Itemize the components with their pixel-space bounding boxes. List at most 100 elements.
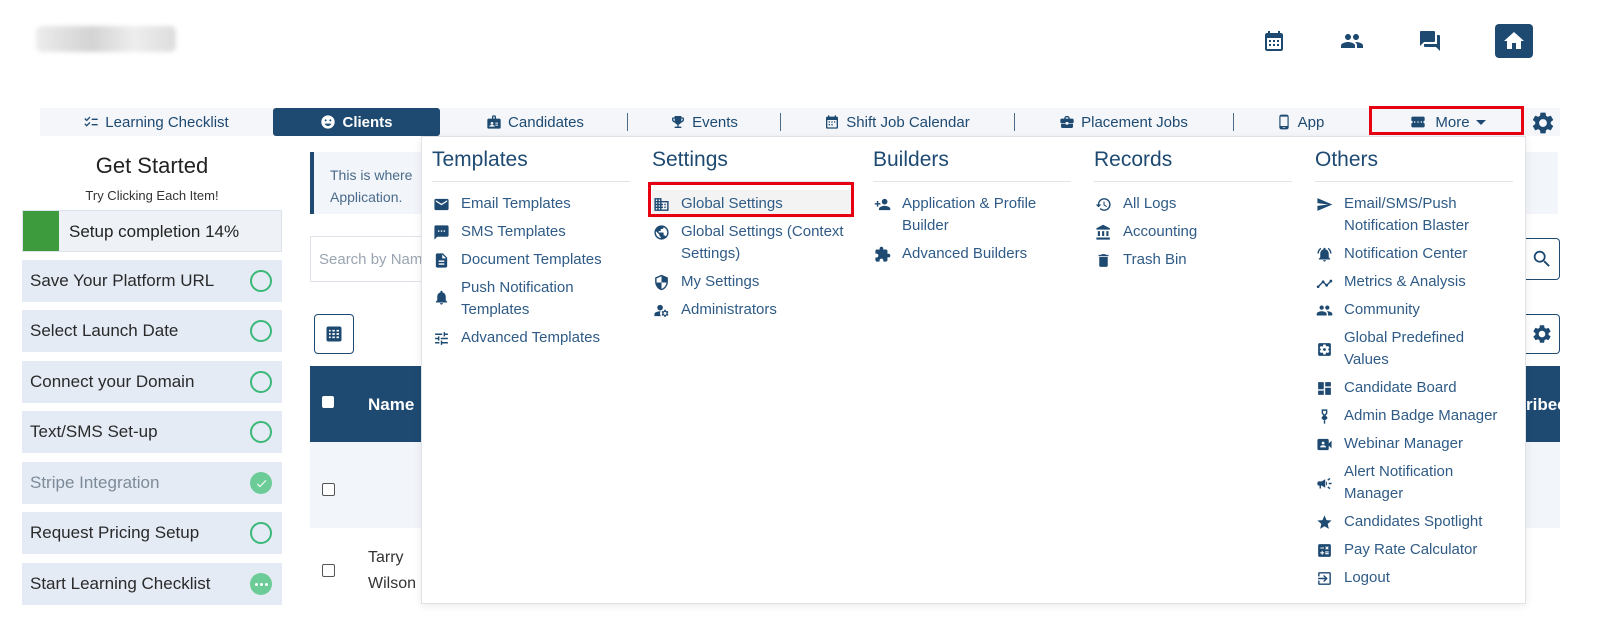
tab-learning-checklist[interactable]: Learning Checklist bbox=[40, 108, 272, 136]
calendar-icon[interactable] bbox=[1255, 24, 1293, 58]
task-select-launch-date[interactable]: Select Launch Date bbox=[22, 310, 282, 352]
menu-item-global-predefined-values[interactable]: Global Predefined Values bbox=[1315, 324, 1515, 374]
status-circle-icon bbox=[250, 320, 272, 342]
global-settings-highlight-box bbox=[648, 182, 854, 217]
menu-item-notification-center[interactable]: Notification Center bbox=[1315, 240, 1515, 268]
task-request-pricing-setup[interactable]: Request Pricing Setup bbox=[22, 512, 282, 554]
bell-icon bbox=[432, 277, 450, 311]
menu-item-admin-badge-manager[interactable]: Admin Badge Manager bbox=[1315, 402, 1515, 430]
badge-icon bbox=[487, 115, 501, 129]
nav-separator bbox=[1014, 113, 1015, 131]
people-icon[interactable] bbox=[1333, 24, 1371, 58]
menu-item-advanced-builders[interactable]: Advanced Builders bbox=[873, 240, 1073, 268]
task-label: Save Your Platform URL bbox=[30, 271, 215, 290]
status-circle-icon bbox=[250, 421, 272, 443]
search-input[interactable]: Search by Nam bbox=[310, 236, 430, 282]
menu-item-trash-bin[interactable]: Trash Bin bbox=[1094, 246, 1294, 274]
calculator-icon bbox=[1315, 539, 1333, 561]
bank-icon bbox=[1094, 221, 1112, 243]
task-text-sms-setup[interactable]: Text/SMS Set-up bbox=[22, 411, 282, 453]
menu-item-email-templates[interactable]: Email Templates bbox=[432, 190, 632, 218]
tab-label: Learning Checklist bbox=[105, 113, 229, 131]
briefcase-icon bbox=[1060, 116, 1074, 128]
gear-icon[interactable] bbox=[1530, 110, 1556, 136]
people-icon bbox=[1315, 299, 1333, 321]
select-all-checkbox[interactable] bbox=[322, 396, 334, 408]
menu-item-label: Candidate Board bbox=[1344, 379, 1457, 396]
menu-item-logout[interactable]: Logout bbox=[1315, 564, 1515, 592]
tab-label: Placement Jobs bbox=[1081, 113, 1188, 131]
tab-clients[interactable]: Clients bbox=[273, 108, 440, 136]
menu-item-advanced-templates[interactable]: Advanced Templates bbox=[432, 324, 632, 352]
menu-item-alert-notification-manager[interactable]: Alert Notification Manager bbox=[1315, 458, 1515, 508]
tab-placement-jobs[interactable]: Placement Jobs bbox=[1017, 108, 1230, 136]
name-line: Wilson bbox=[368, 575, 417, 592]
menu-item-label: Candidates Spotlight bbox=[1344, 513, 1483, 530]
search-icon[interactable] bbox=[1524, 238, 1560, 280]
medal-icon bbox=[1315, 405, 1333, 427]
menu-item-label: Trash Bin bbox=[1123, 251, 1187, 268]
info-text-line: This is where bbox=[330, 167, 413, 183]
row-checkbox[interactable] bbox=[322, 564, 335, 577]
menu-item-push-notification-templates[interactable]: Push Notification Templates bbox=[432, 274, 632, 324]
menu-item-label: Global Predefined Values bbox=[1344, 329, 1465, 368]
task-stripe-integration[interactable]: Stripe Integration bbox=[22, 462, 282, 504]
menu-item-label: Accounting bbox=[1123, 223, 1198, 240]
chart-line-icon bbox=[1315, 271, 1333, 293]
menu-item-document-templates[interactable]: Document Templates bbox=[432, 246, 632, 274]
menu-item-global-settings-context[interactable]: Global Settings (Context Settings) bbox=[652, 218, 852, 268]
menu-item-pay-rate-calculator[interactable]: Pay Rate Calculator bbox=[1315, 536, 1515, 564]
task-label: Stripe Integration bbox=[30, 473, 160, 492]
home-icon[interactable] bbox=[1495, 24, 1533, 58]
menu-heading: Others bbox=[1315, 148, 1513, 182]
trophy-icon bbox=[672, 116, 685, 128]
menu-heading: Templates bbox=[432, 148, 630, 182]
menu-item-label: Logout bbox=[1344, 569, 1390, 586]
checklist-icon bbox=[84, 116, 98, 127]
tab-label: Events bbox=[692, 113, 738, 131]
task-start-learning-checklist[interactable]: Start Learning Checklist bbox=[22, 563, 282, 605]
tab-app[interactable]: App bbox=[1236, 108, 1364, 136]
company-logo bbox=[36, 26, 176, 52]
check-circle-icon bbox=[250, 472, 272, 494]
tab-events[interactable]: Events bbox=[630, 108, 778, 136]
menu-item-label: Alert Notification Manager bbox=[1344, 463, 1454, 502]
task-save-platform-url[interactable]: Save Your Platform URL bbox=[22, 260, 282, 302]
megaphone-icon bbox=[1315, 461, 1333, 505]
menu-item-label: My Settings bbox=[681, 273, 760, 290]
menu-item-webinar-manager[interactable]: Webinar Manager bbox=[1315, 430, 1515, 458]
row-checkbox[interactable] bbox=[322, 483, 335, 496]
menu-item-metrics-analysis[interactable]: Metrics & Analysis bbox=[1315, 268, 1515, 296]
table-view-icon[interactable] bbox=[314, 314, 354, 354]
chat-icon[interactable] bbox=[1411, 24, 1449, 58]
dashboard-icon bbox=[1315, 377, 1333, 399]
status-circle-icon bbox=[250, 270, 272, 292]
menu-item-sms-templates[interactable]: SMS Templates bbox=[432, 218, 632, 246]
task-label: Select Launch Date bbox=[30, 321, 179, 340]
menu-item-label: Advanced Templates bbox=[461, 329, 600, 346]
menu-item-application-profile-builder[interactable]: Application & Profile Builder bbox=[873, 190, 1073, 240]
progress-label: Setup completion 14% bbox=[69, 222, 240, 241]
tab-shift-job-calendar[interactable]: Shift Job Calendar bbox=[783, 108, 1011, 136]
column-header-partial: ribec bbox=[1526, 395, 1567, 414]
menu-item-candidates-spotlight[interactable]: Candidates Spotlight bbox=[1315, 508, 1515, 536]
tab-candidates[interactable]: Candidates bbox=[445, 108, 625, 136]
menu-item-accounting[interactable]: Accounting bbox=[1094, 218, 1294, 246]
task-connect-domain[interactable]: Connect your Domain bbox=[22, 361, 282, 403]
table-settings-gear-icon[interactable] bbox=[1524, 314, 1560, 354]
menu-item-candidate-board[interactable]: Candidate Board bbox=[1315, 374, 1515, 402]
envelope-icon bbox=[432, 193, 450, 215]
smile-icon bbox=[321, 115, 336, 129]
menu-item-all-logs[interactable]: All Logs bbox=[1094, 190, 1294, 218]
menu-item-my-settings[interactable]: My Settings bbox=[652, 268, 852, 296]
star-icon bbox=[1315, 511, 1333, 533]
video-user-icon bbox=[1315, 433, 1333, 455]
task-label: Connect your Domain bbox=[30, 372, 195, 391]
menu-item-notification-blaster[interactable]: Email/SMS/Push Notification Blaster bbox=[1315, 190, 1515, 240]
menu-item-label: Document Templates bbox=[461, 251, 602, 268]
info-banner: This is where Application. bbox=[310, 152, 430, 214]
menu-item-administrators[interactable]: Administrators bbox=[652, 296, 852, 324]
menu-item-label: Email Templates bbox=[461, 195, 571, 212]
menu-column-others: Others Email/SMS/Push Notification Blast… bbox=[1315, 148, 1515, 592]
menu-item-community[interactable]: Community bbox=[1315, 296, 1515, 324]
